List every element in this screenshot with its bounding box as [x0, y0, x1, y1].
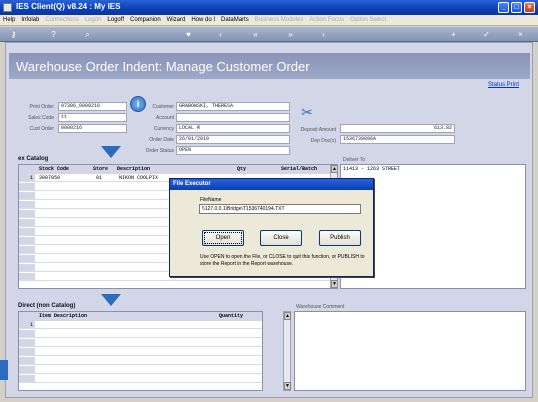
side-strip [0, 360, 8, 380]
page-title: Warehouse Order Indent: Manage Customer … [16, 59, 310, 74]
back-icon[interactable]: ‹ [215, 29, 226, 40]
order-status-label: Order Status [145, 148, 174, 154]
confirm-icon[interactable]: ✓ [481, 29, 492, 40]
account-field[interactable] [176, 113, 290, 122]
cell-store: 01 [96, 175, 103, 181]
menu-logon: Logon [84, 17, 102, 23]
scroll-up-button[interactable]: ▲ [284, 312, 291, 320]
deliver-to-line1: 11413 - 1263 STREET [343, 166, 401, 172]
maximize-button[interactable]: □ [511, 2, 522, 13]
cust-order-field[interactable]: 0000216 [58, 124, 127, 133]
scroll-down-button[interactable]: ▼ [331, 280, 337, 288]
filename-input[interactable]: \\127.0.0.1\Bridge\T1536740194.TXT [199, 204, 361, 214]
row-number: 1 [19, 174, 35, 181]
menu-datamarts[interactable]: DataMarts [218, 15, 252, 26]
window-title: IES Client(Q) v8.24 : My IES [16, 2, 121, 11]
favorite-icon[interactable]: ♥ [183, 29, 194, 40]
order-date-label: Order Date [149, 137, 174, 143]
menu-companion[interactable]: Companion [127, 15, 164, 26]
menu-help[interactable]: Help [0, 15, 18, 26]
status-print-link[interactable]: Status Print [488, 82, 519, 88]
rewind-icon[interactable]: « [250, 29, 261, 40]
sales-code-label: Sales Code [28, 115, 54, 121]
close-window-button[interactable]: × [524, 2, 535, 13]
toolbar: ⚷ ? ⌕ ♥ ‹ « » › + ✓ × [0, 27, 538, 42]
catalog-title: ex Catalog [18, 156, 49, 162]
deposit-amount-field[interactable]: 613.82 [340, 124, 455, 133]
menu-business-modules: Business Modules [254, 17, 304, 23]
scroll-up-button[interactable]: ▲ [331, 165, 337, 173]
menu-action-focus: Action Focus [309, 17, 345, 23]
col-serial-batch: Serial/Batch [281, 166, 318, 172]
col-description: Description [117, 166, 151, 172]
col-store: Store [93, 166, 109, 172]
menu-option-select: Option Select [350, 17, 387, 23]
add-icon[interactable]: + [448, 29, 459, 40]
col-item-description: Item Description [39, 313, 88, 319]
catalog-header: Stock Code Store Description Qty Serial/… [19, 165, 330, 174]
help-icon[interactable]: ? [48, 29, 59, 40]
table-row[interactable] [19, 357, 262, 365]
table-row[interactable] [19, 330, 262, 338]
dep-doc-label: Dep Doc(s) [310, 138, 336, 144]
direct-header: Item Description Quantity [19, 312, 262, 321]
comment-scrollbar[interactable]: ▲ ▼ [283, 311, 291, 391]
publish-button[interactable]: Publish [319, 230, 361, 246]
sales-code-field[interactable]: tt [58, 113, 127, 122]
menu-how-do-i[interactable]: How do I [188, 15, 218, 26]
currency-field[interactable]: LOCAL R [176, 124, 290, 133]
customer-field[interactable]: GRABOWSKI, THERESA [176, 102, 290, 111]
fast-forward-icon[interactable]: » [285, 29, 296, 40]
col-qty: Qty [237, 166, 247, 172]
row-number: 1 [19, 321, 35, 328]
currency-label: Currency [153, 126, 174, 132]
cancel-icon[interactable]: × [515, 29, 526, 40]
file-executor-dialog: File Executor FileName \\127.0.0.1\Bridg… [169, 178, 374, 277]
order-status-field[interactable]: OPEN [176, 146, 290, 155]
warehouse-comment-box[interactable] [294, 311, 526, 391]
menu-connections: Connections [45, 17, 79, 23]
print-order-label: Print Order [29, 104, 54, 110]
order-date-field[interactable]: 26/01/2010 [176, 135, 290, 144]
title-bar: IES Client(Q) v8.24 : My IES _ □ × [0, 0, 538, 15]
table-row[interactable]: 1 [19, 321, 262, 329]
cust-order-label: Cust Order [29, 126, 54, 132]
direct-grid: Item Description Quantity 1 [18, 311, 263, 391]
scroll-down-button[interactable]: ▼ [284, 382, 291, 390]
table-row[interactable] [19, 339, 262, 347]
customer-label: Customer [152, 104, 174, 110]
search-icon[interactable]: ⌕ [82, 29, 93, 40]
minimize-button[interactable]: _ [498, 2, 509, 13]
warehouse-comment-label: Warehouse Comment [296, 304, 345, 310]
menu-wizard[interactable]: Wizard [164, 15, 189, 26]
print-order-field[interactable]: 07306_0000216 [58, 102, 127, 111]
menu-logoff[interactable]: Logoff [104, 15, 127, 26]
col-stock-code: Stock Code [39, 166, 70, 172]
table-row[interactable] [19, 366, 262, 374]
tools-icon[interactable]: ✂ [298, 104, 316, 120]
filename-label: FileName [200, 197, 222, 203]
cell-description: NIKON COOLPIX [119, 175, 159, 181]
app-icon [3, 3, 12, 12]
dialog-message: Use OPEN to open the File, or CLOSE to q… [200, 254, 365, 267]
key-icon[interactable]: ⚷ [8, 29, 19, 40]
open-button[interactable]: Open [202, 230, 244, 246]
down-arrow-icon [101, 146, 121, 158]
account-label: Account [155, 115, 174, 121]
col-quantity: Quantity [219, 313, 244, 319]
dep-doc-field[interactable]: 1536739896A [340, 135, 455, 144]
direct-title: Direct (non Catalog) [18, 303, 76, 309]
forward-icon[interactable]: › [318, 29, 329, 40]
table-row[interactable] [19, 375, 262, 383]
close-button[interactable]: Close [260, 230, 302, 246]
menu-infolab[interactable]: Infolab [18, 15, 42, 26]
menu-bar: Help Infolab Connections Logon Logoff Compani… [0, 15, 538, 26]
cell-stock-code: 3007050 [39, 175, 61, 181]
table-row[interactable] [19, 348, 262, 356]
deposit-amount-label: Deposit Amount [300, 127, 336, 133]
dialog-title: File Executor [170, 179, 373, 190]
deliver-to-label: Deliver To [343, 157, 366, 163]
page-header: Warehouse Order Indent: Manage Customer … [9, 53, 530, 79]
down-arrow-icon [101, 294, 121, 306]
